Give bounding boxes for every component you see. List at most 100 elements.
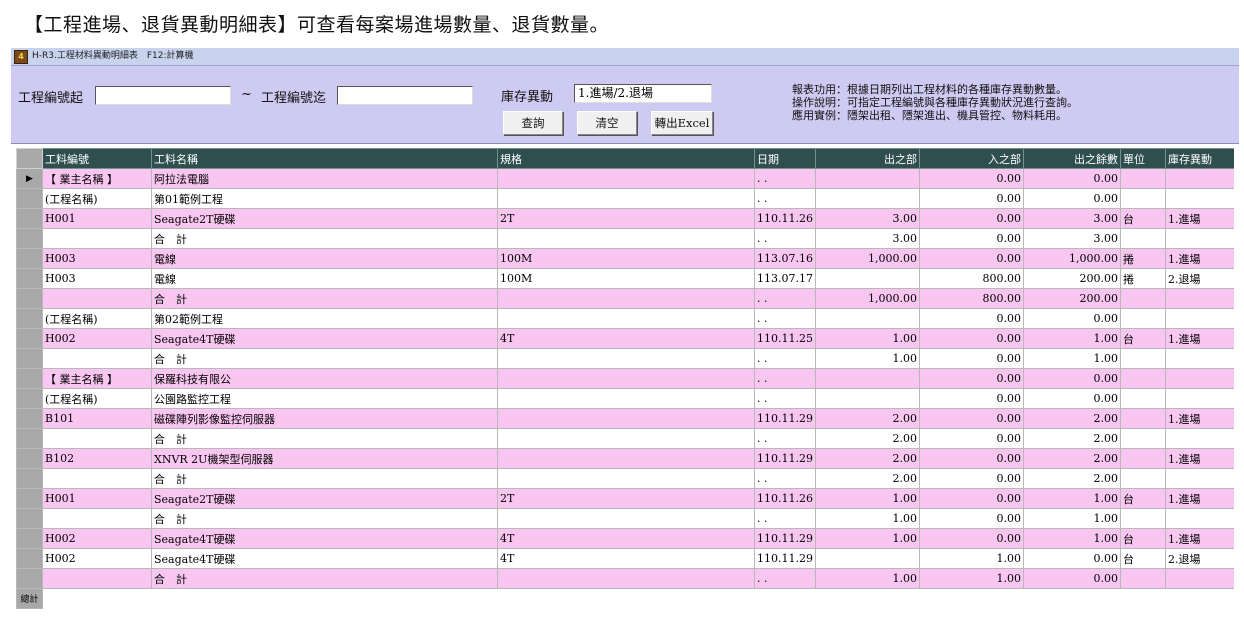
cell-unit[interactable] bbox=[1120, 348, 1166, 369]
cell-date[interactable]: . . bbox=[754, 568, 816, 589]
cell-out[interactable]: 3.00 bbox=[815, 208, 920, 229]
cell-out[interactable]: 1.00 bbox=[815, 328, 920, 349]
cell-unit[interactable]: 台 bbox=[1120, 208, 1166, 229]
cell-balance[interactable]: 1.00 bbox=[1023, 528, 1121, 549]
table-row[interactable]: 合 計. . 1.00 1.00 0.00 bbox=[16, 568, 1234, 589]
cell-change[interactable] bbox=[1165, 428, 1234, 449]
cell-in[interactable]: 0.00 bbox=[919, 508, 1024, 529]
cell-unit[interactable] bbox=[1120, 468, 1166, 489]
cell-date[interactable]: . . bbox=[754, 388, 816, 409]
cell-spec[interactable] bbox=[497, 348, 755, 369]
cell-date[interactable]: 113.07.17 bbox=[754, 268, 816, 289]
cell-code[interactable]: H001 bbox=[42, 488, 152, 509]
cell-unit[interactable] bbox=[1120, 388, 1166, 409]
row-selector[interactable] bbox=[16, 548, 43, 569]
cell-balance[interactable]: 0.00 bbox=[1023, 188, 1121, 209]
cell-spec[interactable] bbox=[497, 308, 755, 329]
stock-change-input[interactable]: 1.進場/2.退場 bbox=[574, 84, 712, 103]
cell-out[interactable]: 1.00 bbox=[815, 568, 920, 589]
cell-in[interactable]: 0.00 bbox=[919, 348, 1024, 369]
cell-out[interactable] bbox=[815, 308, 920, 329]
cell-code[interactable]: H003 bbox=[42, 248, 152, 269]
cell-unit[interactable] bbox=[1120, 228, 1166, 249]
cell-name[interactable]: 公園路監控工程 bbox=[151, 388, 498, 409]
cell-code[interactable] bbox=[42, 568, 152, 589]
table-row[interactable]: 合 計. . 1.00 0.00 1.00 bbox=[16, 348, 1234, 369]
project-from-input[interactable] bbox=[95, 86, 231, 105]
cell-date[interactable]: . . bbox=[754, 188, 816, 209]
row-selector[interactable] bbox=[16, 208, 43, 229]
cell-balance[interactable]: 1.00 bbox=[1023, 488, 1121, 509]
table-row[interactable]: 合 計. . 3.00 0.00 3.00 bbox=[16, 228, 1234, 249]
cell-spec[interactable] bbox=[497, 468, 755, 489]
cell-change[interactable]: 1.進場 bbox=[1165, 208, 1234, 229]
table-row[interactable]: H002 Seagate4T硬碟 4T 110.11.25 1.00 0.00 1.00 台 1… bbox=[16, 328, 1234, 349]
cell-balance[interactable]: 0.00 bbox=[1023, 168, 1121, 189]
cell-in[interactable]: 1.00 bbox=[919, 548, 1024, 569]
cell-change[interactable]: 2.退場 bbox=[1165, 268, 1234, 289]
row-selector[interactable] bbox=[16, 468, 43, 489]
cell-in[interactable]: 0.00 bbox=[919, 168, 1024, 189]
cell-in[interactable]: 0.00 bbox=[919, 328, 1024, 349]
cell-balance[interactable]: 2.00 bbox=[1023, 428, 1121, 449]
cell-code[interactable]: (工程名稱) bbox=[42, 188, 152, 209]
row-selector[interactable] bbox=[16, 188, 43, 209]
cell-change[interactable]: 2.退場 bbox=[1165, 548, 1234, 569]
cell-balance[interactable]: 2.00 bbox=[1023, 408, 1121, 429]
cell-unit[interactable] bbox=[1120, 508, 1166, 529]
cell-change[interactable] bbox=[1165, 348, 1234, 369]
cell-name[interactable]: 合 計 bbox=[151, 288, 498, 309]
cell-in[interactable]: 0.00 bbox=[919, 528, 1024, 549]
cell-code[interactable] bbox=[42, 468, 152, 489]
cell-date[interactable]: 110.11.29 bbox=[754, 528, 816, 549]
table-row[interactable]: 合 計 . . 1,000.00 800.00 200.00 bbox=[16, 288, 1234, 309]
table-row[interactable]: (工程名稱) 第02範例工程 . . 0.00 0.00 bbox=[16, 308, 1234, 329]
cell-out[interactable]: 1,000.00 bbox=[815, 288, 920, 309]
cell-name[interactable]: Seagate4T硬碟 bbox=[151, 548, 498, 569]
cell-in[interactable]: 0.00 bbox=[919, 228, 1024, 249]
cell-code[interactable] bbox=[42, 508, 152, 529]
row-selector[interactable] bbox=[16, 448, 43, 469]
cell-spec[interactable]: 4T bbox=[497, 328, 755, 349]
cell-name[interactable]: Seagate4T硬碟 bbox=[151, 528, 498, 549]
cell-spec[interactable]: 4T bbox=[497, 548, 755, 569]
cell-in[interactable]: 0.00 bbox=[919, 488, 1024, 509]
col-header-out[interactable]: 出之部 bbox=[815, 148, 920, 169]
cell-date[interactable]: . . bbox=[754, 348, 816, 369]
cell-unit[interactable] bbox=[1120, 428, 1166, 449]
cell-in[interactable]: 1.00 bbox=[919, 568, 1024, 589]
cell-in[interactable]: 800.00 bbox=[919, 268, 1024, 289]
cell-code[interactable]: 【 業主名稱 】 bbox=[42, 368, 152, 389]
cell-date[interactable]: . . bbox=[754, 508, 816, 529]
cell-out[interactable]: 1,000.00 bbox=[815, 248, 920, 269]
cell-date[interactable]: . . bbox=[754, 228, 816, 249]
cell-balance[interactable]: 3.00 bbox=[1023, 208, 1121, 229]
cell-in[interactable]: 800.00 bbox=[919, 288, 1024, 309]
cell-balance[interactable]: 200.00 bbox=[1023, 288, 1121, 309]
cell-change[interactable] bbox=[1165, 508, 1234, 529]
cell-code[interactable] bbox=[42, 228, 152, 249]
cell-change[interactable]: 1.進場 bbox=[1165, 528, 1234, 549]
cell-balance[interactable]: 0.00 bbox=[1023, 368, 1121, 389]
cell-code[interactable]: H002 bbox=[42, 548, 152, 569]
cell-date[interactable]: . . bbox=[754, 428, 816, 449]
col-header-unit[interactable]: 單位 bbox=[1120, 148, 1166, 169]
cell-balance[interactable]: 1.00 bbox=[1023, 508, 1121, 529]
table-row[interactable]: H003 電線 100M 113.07.16 1,000.00 0.00 1,000.00 捲… bbox=[16, 248, 1234, 269]
col-header-in[interactable]: 入之部 bbox=[919, 148, 1024, 169]
cell-change[interactable]: 1.進場 bbox=[1165, 248, 1234, 269]
cell-in[interactable]: 0.00 bbox=[919, 388, 1024, 409]
cell-balance[interactable]: 1,000.00 bbox=[1023, 248, 1121, 269]
cell-change[interactable]: 1.進場 bbox=[1165, 328, 1234, 349]
row-selector[interactable] bbox=[16, 248, 43, 269]
cell-code[interactable]: B102 bbox=[42, 448, 152, 469]
row-selector[interactable] bbox=[16, 288, 43, 309]
cell-spec[interactable] bbox=[497, 388, 755, 409]
project-to-input[interactable] bbox=[337, 86, 473, 105]
cell-spec[interactable] bbox=[497, 508, 755, 529]
table-row[interactable]: 合 計. . 2.00 0.00 2.00 bbox=[16, 428, 1234, 449]
cell-out[interactable] bbox=[815, 188, 920, 209]
cell-unit[interactable]: 台 bbox=[1120, 528, 1166, 549]
cell-date[interactable]: . . bbox=[754, 288, 816, 309]
cell-change[interactable] bbox=[1165, 168, 1234, 189]
